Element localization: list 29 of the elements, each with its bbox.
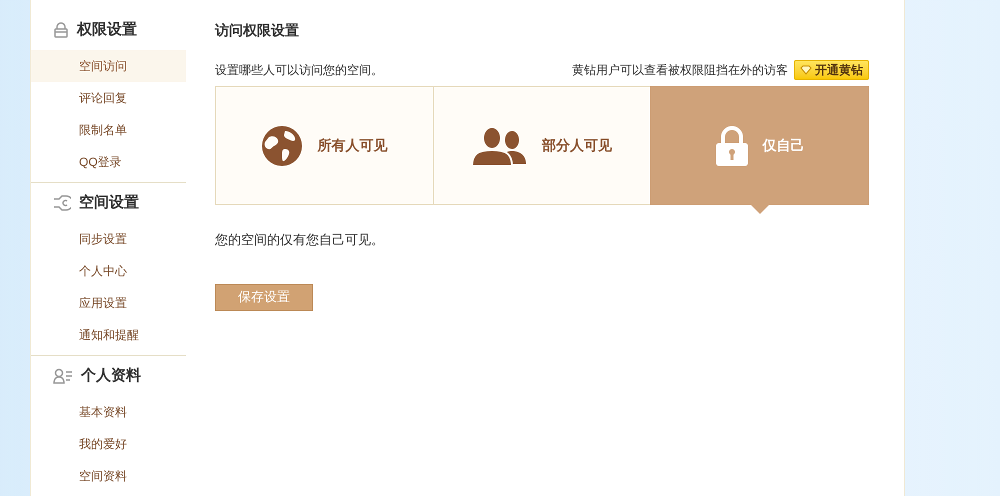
pointer-icon [750, 204, 770, 214]
plug-icon [53, 195, 71, 211]
group-title: 空间设置 [79, 192, 139, 213]
sidebar-item[interactable]: 同步设置 [31, 223, 186, 255]
description: 设置哪些人可以访问您的空间。 [215, 62, 383, 79]
sidebar-item[interactable]: 评论回复 [31, 82, 186, 114]
group-title: 权限设置 [77, 20, 137, 40]
visibility-option[interactable]: 所有人可见 [215, 86, 434, 205]
vip-button[interactable]: 开通黄钻 [794, 60, 869, 80]
diamond-icon [800, 65, 812, 75]
sidebar-item[interactable]: 空间资料 [31, 460, 186, 492]
profile-icon [53, 368, 73, 384]
padlock-icon [714, 126, 749, 166]
sidebar-item[interactable]: QQ登录 [31, 146, 186, 178]
sidebar-item[interactable]: 限制名单 [31, 114, 186, 146]
globe-icon [261, 124, 304, 166]
page-title: 访问权限设置 [215, 21, 300, 40]
sidebar-item[interactable]: 基本资料 [31, 396, 186, 428]
sidebar-item[interactable]: 应用设置 [31, 287, 186, 319]
result-text: 您的空间的仅有您自己可见。 [215, 231, 385, 249]
people-icon [472, 126, 528, 166]
sidebar-item[interactable]: 空间访问 [31, 50, 186, 82]
sidebar-item[interactable]: 通知和提醒 [31, 319, 186, 351]
sidebar-item[interactable]: 我的爱好 [31, 428, 186, 460]
sidebar-item[interactable]: 个人中心 [31, 255, 186, 287]
group-title: 个人资料 [81, 366, 141, 386]
vip-hint: 黄钻用户可以查看被权限阻挡在外的访客 [572, 62, 788, 79]
lock-icon [53, 22, 69, 38]
visibility-option[interactable]: 部分人可见 [432, 86, 652, 205]
